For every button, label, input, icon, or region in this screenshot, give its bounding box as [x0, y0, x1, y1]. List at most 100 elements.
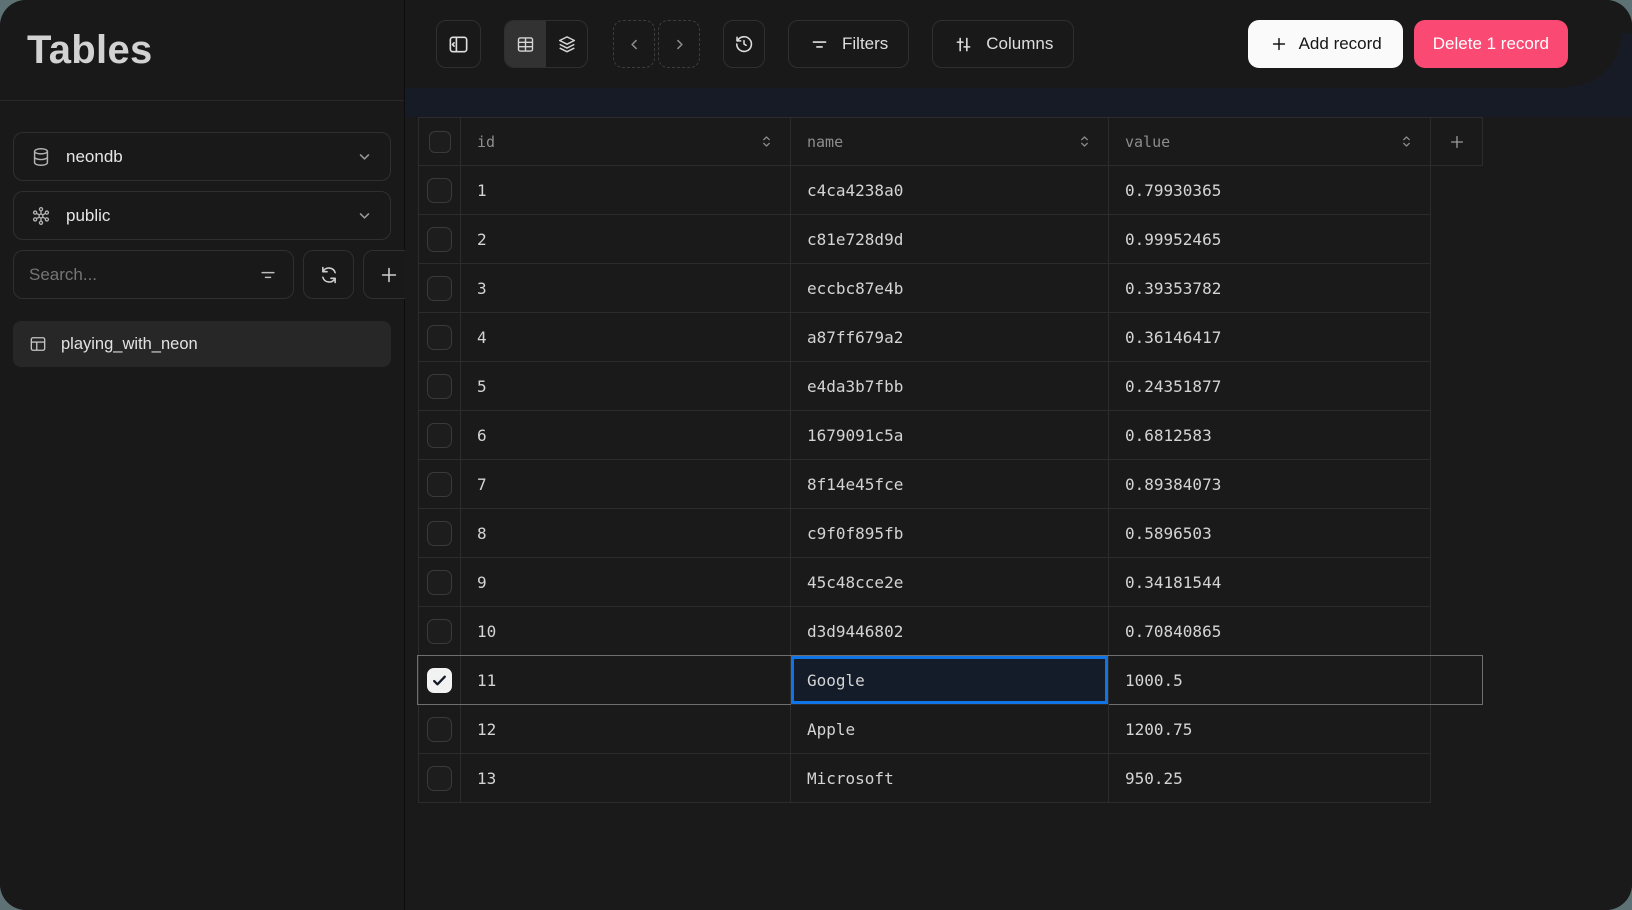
sidebar-item-playing_with_neon[interactable]: playing_with_neon: [13, 321, 391, 367]
row-checkbox[interactable]: [427, 570, 452, 595]
collapse-sidebar-button[interactable]: [436, 20, 481, 68]
layers-icon: [556, 33, 578, 55]
row-select-cell[interactable]: [418, 411, 461, 460]
column-header-value[interactable]: value: [1109, 118, 1431, 166]
add-column-button[interactable]: [1431, 118, 1483, 166]
row-checkbox[interactable]: [427, 325, 452, 350]
cell-name[interactable]: c81e728d9d: [791, 215, 1109, 264]
row-select-cell[interactable]: [418, 460, 461, 509]
cell-id[interactable]: 5: [461, 362, 791, 411]
cell-id[interactable]: 13: [461, 754, 791, 803]
layers-view-button[interactable]: [546, 21, 587, 67]
cell-id[interactable]: 10: [461, 607, 791, 656]
add-record-button[interactable]: Add record: [1248, 20, 1403, 68]
column-header-id[interactable]: id: [461, 118, 791, 166]
cell-id[interactable]: 3: [461, 264, 791, 313]
sidebar-title: Tables: [27, 28, 153, 73]
cell-id[interactable]: 4: [461, 313, 791, 362]
row-checkbox[interactable]: [427, 178, 452, 203]
cell-id[interactable]: 1: [461, 166, 791, 215]
cell-name[interactable]: eccbc87e4b: [791, 264, 1109, 313]
row-checkbox[interactable]: [427, 521, 452, 546]
row-checkbox[interactable]: [427, 276, 452, 301]
cell-value[interactable]: 0.6812583: [1109, 411, 1431, 460]
cell-name[interactable]: 45c48cce2e: [791, 558, 1109, 607]
cell-value[interactable]: 0.39353782: [1109, 264, 1431, 313]
cell-id[interactable]: 11: [461, 656, 791, 705]
next-page-button[interactable]: [658, 20, 700, 68]
search-box[interactable]: [13, 250, 294, 299]
delete-record-button[interactable]: Delete 1 record: [1414, 20, 1568, 68]
cell-value[interactable]: 0.5896503: [1109, 509, 1431, 558]
cell-id[interactable]: 12: [461, 705, 791, 754]
cell-value[interactable]: 1200.75: [1109, 705, 1431, 754]
row-checkbox[interactable]: [427, 766, 452, 791]
row-checkbox[interactable]: [427, 374, 452, 399]
plus-icon: [378, 264, 400, 286]
cell-name[interactable]: 8f14e45fce: [791, 460, 1109, 509]
cell-name[interactable]: a87ff679a2: [791, 313, 1109, 362]
table-row: 11Google1000.5: [418, 656, 1483, 705]
cell-name[interactable]: c4ca4238a0: [791, 166, 1109, 215]
sort-icon[interactable]: [1397, 132, 1416, 151]
grid-view-button[interactable]: [505, 21, 546, 67]
cell-value[interactable]: 0.36146417: [1109, 313, 1431, 362]
row-checkbox[interactable]: [427, 423, 452, 448]
row-select-cell[interactable]: [418, 656, 461, 705]
row-select-cell[interactable]: [418, 509, 461, 558]
cell-value[interactable]: 0.34181544: [1109, 558, 1431, 607]
columns-button[interactable]: Columns: [932, 20, 1074, 68]
cell-id[interactable]: 2: [461, 215, 791, 264]
cell-value[interactable]: 0.89384073: [1109, 460, 1431, 509]
filter-lines-icon: [809, 34, 830, 55]
cell-value[interactable]: 0.70840865: [1109, 607, 1431, 656]
schema-select[interactable]: public: [13, 191, 391, 240]
schema-select-value: public: [66, 206, 110, 226]
previous-page-button[interactable]: [613, 20, 655, 68]
cell-value[interactable]: 0.24351877: [1109, 362, 1431, 411]
row-select-cell[interactable]: [418, 607, 461, 656]
row-checkbox[interactable]: [427, 227, 452, 252]
cell-name[interactable]: e4da3b7fbb: [791, 362, 1109, 411]
database-select[interactable]: neondb: [13, 132, 391, 181]
row-checkbox[interactable]: [427, 472, 452, 497]
row-checkbox[interactable]: [427, 717, 452, 742]
row-select-cell[interactable]: [418, 705, 461, 754]
cell-id[interactable]: 6: [461, 411, 791, 460]
cell-id[interactable]: 7: [461, 460, 791, 509]
cell-name[interactable]: d3d9446802: [791, 607, 1109, 656]
row-select-cell[interactable]: [418, 166, 461, 215]
refresh-button[interactable]: [303, 250, 354, 299]
cell-value[interactable]: 1000.5: [1109, 656, 1431, 705]
row-select-cell[interactable]: [418, 313, 461, 362]
cell-value[interactable]: 0.99952465: [1109, 215, 1431, 264]
table-row: 8c9f0f895fb0.5896503: [418, 509, 1483, 558]
row-select-cell[interactable]: [418, 558, 461, 607]
cell-name[interactable]: 1679091c5a: [791, 411, 1109, 460]
column-header-name[interactable]: name: [791, 118, 1109, 166]
sort-icon[interactable]: [1075, 132, 1094, 151]
cell-value[interactable]: 950.25: [1109, 754, 1431, 803]
cell-name[interactable]: Apple: [791, 705, 1109, 754]
column-header-label: id: [477, 133, 495, 151]
history-button[interactable]: [723, 20, 765, 68]
cell-value[interactable]: 0.79930365: [1109, 166, 1431, 215]
row-checkbox[interactable]: [427, 668, 452, 693]
select-all-checkbox[interactable]: [429, 131, 451, 153]
row-checkbox[interactable]: [427, 619, 452, 644]
cell-name[interactable]: Microsoft: [791, 754, 1109, 803]
cell-name[interactable]: c9f0f895fb: [791, 509, 1109, 558]
filters-button[interactable]: Filters: [788, 20, 909, 68]
cell-name[interactable]: Google: [791, 656, 1109, 705]
cell-id[interactable]: 9: [461, 558, 791, 607]
sort-icon[interactable]: [757, 132, 776, 151]
columns-button-label: Columns: [986, 34, 1053, 54]
row-select-cell[interactable]: [418, 264, 461, 313]
search-input[interactable]: [29, 265, 250, 285]
row-select-cell[interactable]: [418, 754, 461, 803]
chevron-down-icon: [355, 147, 374, 166]
refresh-icon: [318, 264, 340, 286]
row-select-cell[interactable]: [418, 362, 461, 411]
cell-id[interactable]: 8: [461, 509, 791, 558]
row-select-cell[interactable]: [418, 215, 461, 264]
